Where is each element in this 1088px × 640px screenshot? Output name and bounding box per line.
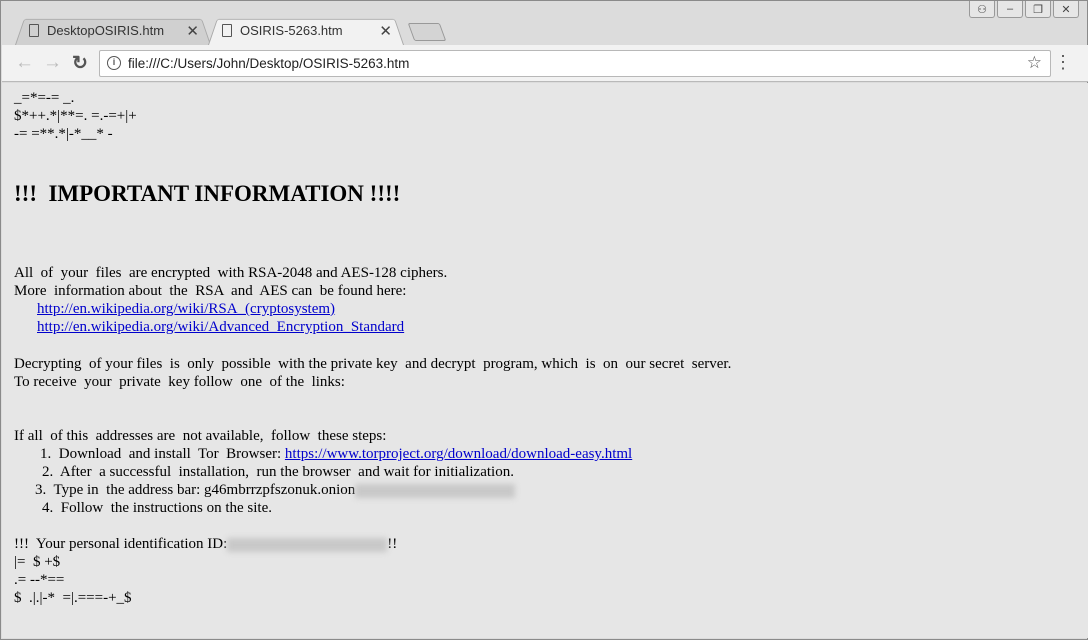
back-icon[interactable]: ← (15, 52, 34, 74)
ascii-line: $ .|.|-* =|.===-+_$ (14, 590, 132, 606)
id-suffix: !! (387, 536, 398, 552)
ascii-line: _=*=-= _. (14, 90, 75, 106)
step-text: 3. Type in the address bar: g46mbrrzpfsz… (35, 482, 356, 498)
step-2: 2. After a successful installation, run … (42, 464, 514, 480)
new-tab-button[interactable] (407, 23, 447, 41)
id-line: !!! Your personal identification ID:!! (14, 535, 397, 553)
close-icon[interactable]: ✕ (186, 22, 199, 40)
text-line: To receive your private key follow one o… (14, 374, 345, 390)
tab-desktoposiris[interactable]: DesktopOSIRIS.htm ✕ (15, 16, 211, 45)
close-window-button[interactable]: ✕ (1053, 1, 1079, 18)
text-line: More information about the RSA and AES c… (14, 283, 407, 299)
step-3: 3. Type in the address bar: g46mbrrzpfsz… (35, 481, 516, 499)
document-icon (222, 24, 232, 37)
url-text[interactable]: file:///C:/Users/John/Desktop/OSIRIS-526… (128, 56, 409, 71)
step-1: 1. Download and install Tor Browser: htt… (40, 445, 632, 463)
aes-link[interactable]: http://en.wikipedia.org/wiki/Advanced_En… (37, 319, 404, 335)
page-content: _=*=-= _. $*++.*|**=. =.-=+|+ -= =**.*|-… (2, 83, 1088, 638)
tor-download-link[interactable]: https://www.torproject.org/download/down… (285, 446, 632, 462)
tab-label: OSIRIS-5263.htm (240, 23, 343, 38)
toolbar: ← → ↻ i file:///C:/Users/John/Desktop/OS… (2, 45, 1088, 82)
reload-icon[interactable]: ↻ (72, 52, 88, 75)
step-4: 4. Follow the instructions on the site. (42, 500, 272, 516)
forward-icon[interactable]: → (43, 52, 62, 74)
redacted-address (355, 483, 516, 498)
bookmark-star-icon[interactable]: ☆ (1027, 53, 1042, 73)
tab-osiris-5263[interactable]: OSIRIS-5263.htm ✕ (208, 16, 404, 45)
text-line: Decrypting of your files is only possibl… (14, 356, 732, 372)
minimize-button[interactable]: – (997, 1, 1023, 18)
user-icon[interactable]: ⚇ (969, 1, 995, 18)
tab-label: DesktopOSIRIS.htm (47, 23, 165, 38)
menu-icon[interactable]: ⋮ (1054, 52, 1072, 73)
ascii-line: |= $ +$ (14, 554, 61, 570)
rsa-link[interactable]: http://en.wikipedia.org/wiki/RSA_(crypto… (37, 301, 335, 317)
step-text: 1. Download and install Tor Browser: (40, 446, 285, 462)
ascii-line: $*++.*|**=. =.-=+|+ (14, 108, 137, 124)
id-label: !!! Your personal identification ID: (14, 536, 228, 552)
text-line: All of your files are encrypted with RSA… (14, 265, 448, 281)
address-bar[interactable]: i file:///C:/Users/John/Desktop/OSIRIS-5… (99, 50, 1051, 77)
close-icon[interactable]: ✕ (379, 22, 392, 40)
info-icon[interactable]: i (107, 56, 121, 70)
page-heading: !!! IMPORTANT INFORMATION !!!! (14, 181, 401, 206)
tab-strip: DesktopOSIRIS.htm ✕ OSIRIS-5263.htm ✕ ⚇ … (1, 1, 1087, 45)
ascii-line: -= =**.*|-*__* - (14, 126, 113, 142)
browser-window: DesktopOSIRIS.htm ✕ OSIRIS-5263.htm ✕ ⚇ … (0, 0, 1088, 640)
ascii-line: .= --*== (14, 572, 65, 588)
text-line: If all of this addresses are not availab… (14, 428, 387, 444)
restore-button[interactable]: ❐ (1025, 1, 1051, 18)
document-icon (29, 24, 39, 37)
redacted-id (227, 537, 388, 552)
